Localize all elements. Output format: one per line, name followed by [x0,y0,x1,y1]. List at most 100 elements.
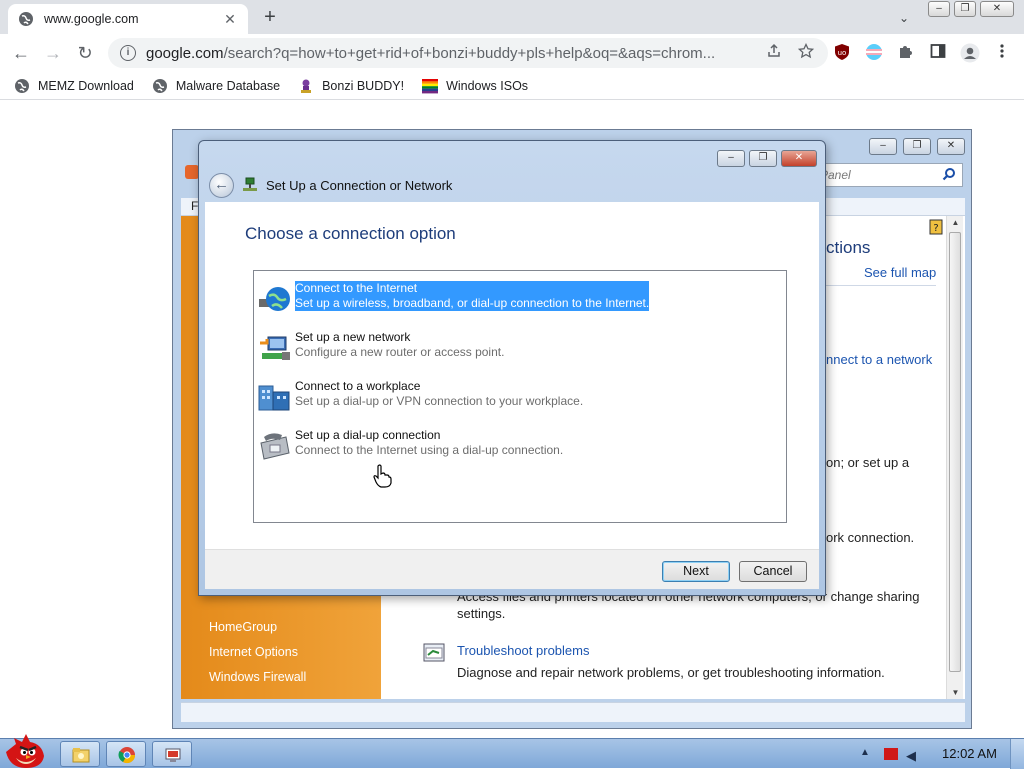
bookmark-star-icon[interactable] [796,42,816,63]
forward-button[interactable]: → [40,40,66,66]
new-tab-button[interactable]: + [258,6,282,30]
cp-search-input[interactable]: Panel [813,163,963,187]
ublock-icon[interactable]: uo [832,43,852,63]
restore-button[interactable]: ❐ [954,1,976,17]
cp-text-troubleshoot-desc: Diagnose and repair network problems, or… [457,665,885,680]
tab-strip: www.google.com ✕ + ⌄ – ❐ ✕ [0,0,1024,34]
scroll-down-icon[interactable]: ▼ [947,688,964,697]
cancel-button[interactable]: Cancel [739,561,807,582]
url-path: /search?q=how+to+get+rid+of+bonzi+buddy+… [223,44,716,62]
bookmark-label: Bonzi BUDDY! [322,78,405,93]
address-bar[interactable]: i google.com/search?q=how+to+get+rid+of+… [108,38,828,68]
option-desc: Connect to the Internet using a dial-up … [295,443,564,457]
workplace-building-icon [258,385,290,411]
show-desktop-button[interactable] [1010,739,1024,769]
url-host: google.com [146,44,224,62]
dialog-window-controls: – ❐ ✕ [717,150,817,167]
svg-text:uo: uo [838,49,847,57]
dialog-maximize-button[interactable]: ❐ [749,150,777,167]
start-button-angry-bird-icon[interactable] [2,730,50,770]
taskbar-clock[interactable]: 12:02 AM [942,746,997,761]
taskbar: ▲ ◀ 12:02 AM [0,734,1024,769]
extension-flag-icon[interactable] [864,43,884,63]
cp-scrollbar[interactable]: ▲ ▼ [946,216,963,699]
dialog-minimize-button[interactable]: – [717,150,745,167]
tab-close-icon[interactable]: ✕ [222,11,238,27]
dialog-close-button[interactable]: ✕ [781,150,817,167]
connection-options-list: Connect to the Internet Set up a wireles… [253,270,787,523]
browser-toolbar: ← → ↻ i google.com/search?q=how+to+get+r… [0,34,1024,72]
volume-icon[interactable]: ◀ [906,748,916,764]
cp-close-button[interactable]: ✕ [937,138,965,155]
help-icon[interactable]: ? [929,219,943,235]
menu-kebab-icon[interactable] [992,43,1012,63]
hand-cursor-icon [373,464,392,488]
taskbar-network-setup-button[interactable] [152,741,192,767]
back-button[interactable]: ← [8,40,34,66]
cp-text-network-connection: ork connection. [826,530,915,545]
sidebar-link-homegroup[interactable]: HomeGroup [209,620,277,634]
option-title: Connect to a workplace [295,379,421,393]
site-info-icon[interactable]: i [120,45,136,61]
dialog-heading: Choose a connection option [245,224,456,243]
tab-google[interactable]: www.google.com ✕ [8,4,248,34]
sidebar-link-internet-options[interactable]: Internet Options [209,645,298,659]
cp-window-controls: – ❐ ✕ [869,138,965,155]
cp-text-setup: on; or set up a [826,455,910,470]
option-desc: Set up a dial-up or VPN connection to yo… [295,394,584,408]
dialog-body: Choose a connection option Connect to th… [205,202,819,549]
bookmark-memz[interactable]: MEMZ Download [14,78,134,94]
tray-expand-icon[interactable]: ▲ [860,747,870,758]
bonzi-icon [301,79,312,93]
share-icon[interactable] [764,43,784,63]
taskbar-explorer-button[interactable] [60,741,100,767]
troubleshoot-icon [423,643,445,662]
scroll-up-icon[interactable]: ▲ [947,218,964,227]
cp-maximize-button[interactable]: ❐ [903,138,931,155]
bookmark-label: Malware Database [175,78,281,93]
action-center-flag-icon[interactable] [884,748,898,760]
see-full-map-link[interactable]: See full map [864,265,936,280]
option-title: Set up a dial-up connection [295,428,441,442]
scroll-thumb[interactable] [949,232,961,672]
tab-search-icon[interactable]: ⌄ [894,8,914,28]
close-button[interactable]: ✕ [980,1,1014,17]
bookmark-label: MEMZ Download [38,78,134,93]
folder-icon [72,748,90,763]
option-title: Set up a new network [295,330,411,344]
minimize-button[interactable]: – [928,1,950,17]
connect-to-network-link[interactable]: nnect to a network [826,352,932,367]
cp-search-placeholder: Panel [820,168,851,182]
side-panel-icon[interactable] [928,43,948,63]
bookmark-label: Windows ISOs [446,78,529,93]
router-network-icon [260,336,290,360]
option-new-network[interactable]: Set up a new network Configure a new rou… [258,330,778,370]
reload-button[interactable]: ↻ [72,40,98,66]
dialog-back-button[interactable]: ← [209,173,234,198]
tab-title: www.google.com [44,12,139,26]
network-icon [243,177,257,191]
sidebar-link-windows-firewall[interactable]: Windows Firewall [209,670,306,684]
bookmark-bonzi-buddy[interactable]: Bonzi BUDDY! [298,78,404,94]
setup-connection-dialog: – ❐ ✕ ← Set Up a Connection or Network C… [198,140,826,596]
bookmark-windows-isos[interactable]: Windows ISOs [422,78,528,94]
search-icon[interactable] [942,167,956,184]
cp-text-settings: settings. [457,606,506,621]
network-setup-icon [165,748,181,762]
bookmarks-bar: MEMZ Download Malware Database Bonzi BUD… [0,72,1024,100]
extensions-puzzle-icon[interactable] [896,43,916,63]
option-dialup[interactable]: Set up a dial-up connection Connect to t… [258,428,778,468]
globe-icon [19,12,33,26]
url-text: google.com/search?q=how+to+get+rid+of+bo… [146,45,752,62]
cp-heading: ctions [826,238,871,257]
option-connect-internet[interactable]: Connect to the Internet Set up a wireles… [258,281,778,321]
profile-avatar-icon[interactable] [960,43,980,63]
cp-minimize-button[interactable]: – [869,138,897,155]
next-button[interactable]: Next [662,561,730,582]
bookmark-malware-database[interactable]: Malware Database [152,78,280,94]
option-desc: Configure a new router or access point. [295,345,505,359]
taskbar-chrome-button[interactable] [106,741,146,767]
dialog-footer: Next Cancel [205,549,819,589]
troubleshoot-problems-link[interactable]: Troubleshoot problems [457,643,589,658]
option-connect-workplace[interactable]: Connect to a workplace Set up a dial-up … [258,379,778,419]
